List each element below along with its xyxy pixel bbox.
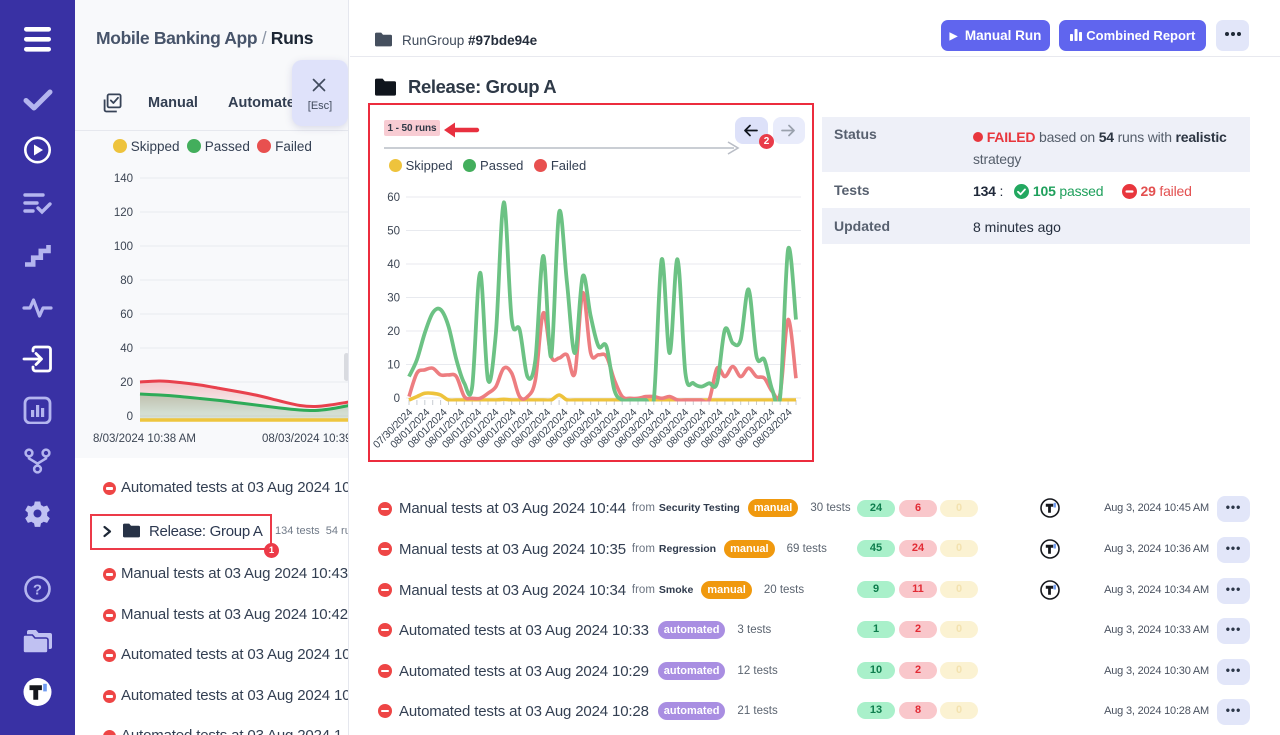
svg-text:30: 30 xyxy=(387,293,400,305)
svg-text:80: 80 xyxy=(120,275,133,287)
svg-text:20: 20 xyxy=(387,326,400,338)
svg-text:100: 100 xyxy=(114,241,133,253)
svg-text:0: 0 xyxy=(394,393,400,405)
svg-text:10: 10 xyxy=(387,360,400,372)
svg-text:40: 40 xyxy=(387,259,400,271)
svg-text:120: 120 xyxy=(114,207,133,219)
svg-text:?: ? xyxy=(33,582,42,599)
svg-text:8/03/2024 10:38 AM: 8/03/2024 10:38 AM xyxy=(93,433,196,445)
svg-text:20: 20 xyxy=(120,377,133,389)
svg-text:50: 50 xyxy=(387,226,400,238)
svg-text:0: 0 xyxy=(127,411,133,423)
svg-text:08/03/2024 10:39: 08/03/2024 10:39 xyxy=(262,433,349,445)
svg-text:60: 60 xyxy=(120,309,133,321)
svg-text:140: 140 xyxy=(114,173,133,185)
svg-text:40: 40 xyxy=(120,343,133,355)
svg-text:60: 60 xyxy=(387,192,400,204)
